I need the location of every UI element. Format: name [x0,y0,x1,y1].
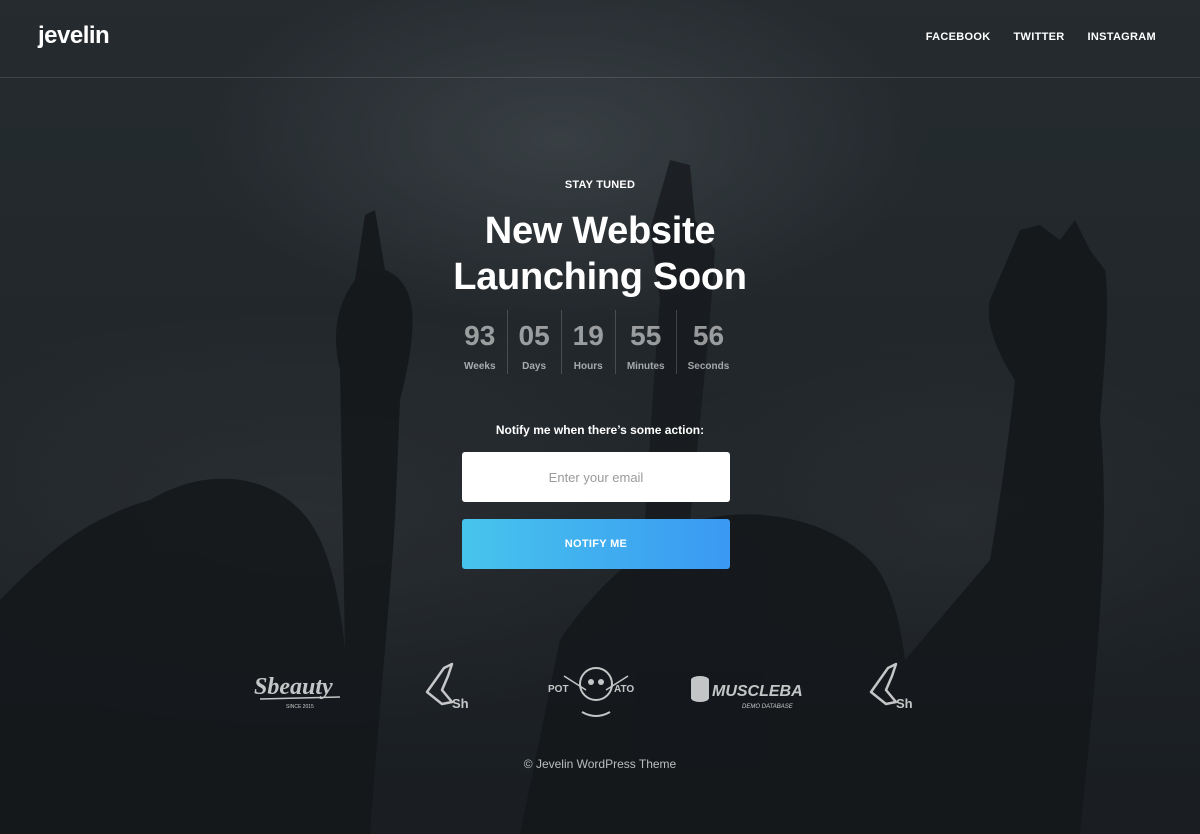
countdown-label: Weeks [464,361,496,372]
countdown-value: 55 [630,320,662,351]
nav-instagram[interactable]: INSTAGRAM [1088,31,1157,43]
nav-facebook[interactable]: FACEBOOK [926,31,991,43]
email-input[interactable] [462,452,730,502]
notify-label: Notify me when there’s some action: [495,423,705,437]
sh-logo-text: Sh [896,696,913,711]
sh-fox-logo-2: Sh [869,662,913,711]
musclebase-logo: MUSCLEBASE DEMO DATABASE [691,676,802,710]
musclebase-logo-text: MUSCLEBASE [712,683,802,700]
title-line-2: Launching Soon [453,256,747,298]
title-line-1: New Website [484,210,716,252]
countdown-value: 05 [518,320,550,351]
sbeauty-logo-subtext: SINCE 2015 [286,704,314,710]
sh-logo-text: Sh [452,696,469,711]
potato-logo-right-text: ATO [614,684,634,695]
potato-logo-left-text: POT [548,684,569,695]
sbeauty-logo: Sbeauty SINCE 2015 [254,674,341,710]
social-nav: FACEBOOK TWITTER INSTAGRAM [926,31,1156,43]
countdown-hours: 19 Hours [560,310,615,374]
countdown-timer: 93 Weeks 05 Days 19 Hours 55 Minutes 56 … [453,310,740,374]
countdown-seconds: 56 Seconds [675,310,741,374]
site-logo[interactable]: jevelin [38,22,110,50]
countdown-value: 93 [464,320,496,351]
footer-copyright: © Jevelin WordPress Theme [523,757,677,771]
sh-fox-logo: Sh [425,662,469,711]
sbeauty-logo-text: Sbeauty [254,674,333,700]
countdown-label: Days [522,361,547,372]
notify-me-button[interactable]: NOTIFY ME [462,519,730,569]
potato-logo: POT ATO [548,667,634,717]
countdown-label: Hours [573,361,603,372]
musclebase-logo-subtext: DEMO DATABASE [742,704,794,710]
countdown-minutes: 55 Minutes [614,310,676,374]
brand-logos: Sbeauty SINCE 2015 Sh POT ATO MUSCLEBASE… [0,650,1200,730]
site-header: jevelin FACEBOOK TWITTER INSTAGRAM [0,0,1200,78]
page-title: New Website Launching Soon [0,208,1200,300]
nav-twitter[interactable]: TWITTER [1014,31,1065,43]
countdown-value: 19 [572,320,604,351]
countdown-value: 56 [692,320,725,351]
countdown-label: Minutes [626,361,665,372]
countdown-days: 05 Days [506,310,561,374]
countdown-weeks: 93 Weeks [453,310,507,374]
eyebrow-text: STAY TUNED [564,179,636,191]
countdown-label: Seconds [687,361,730,372]
